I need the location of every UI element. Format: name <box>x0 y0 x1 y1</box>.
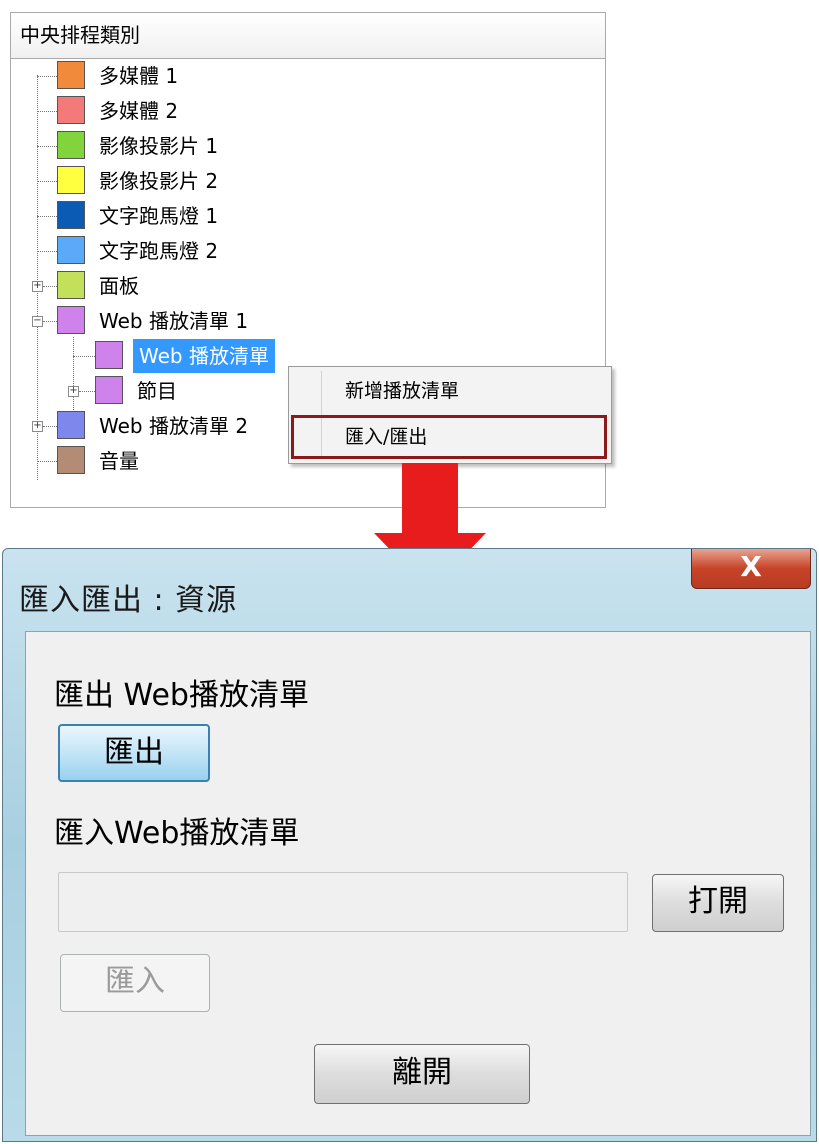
category-color-swatch <box>57 306 85 334</box>
tree-item-label: Web 播放清單 2 <box>99 414 249 438</box>
menu-item-highlight <box>291 415 607 459</box>
import-file-path-input[interactable] <box>58 872 628 932</box>
tree-item[interactable]: 影像投影片 2 <box>11 164 601 198</box>
tree-item[interactable]: − Web 播放清單 1 <box>11 304 601 338</box>
import-button[interactable]: 匯入 <box>60 954 210 1012</box>
category-color-swatch <box>57 166 85 194</box>
category-color-swatch <box>57 201 85 229</box>
tree-item-label: 影像投影片 1 <box>99 134 219 158</box>
leave-button[interactable]: 離開 <box>314 1044 530 1104</box>
tree-item[interactable]: 文字跑馬燈 1 <box>11 199 601 233</box>
tree-item-label: 音量 <box>99 449 139 473</box>
close-button[interactable]: X <box>691 549 811 589</box>
category-color-swatch <box>57 96 85 124</box>
category-color-swatch <box>57 236 85 264</box>
dialog-title: 匯入匯出 : 資源 <box>19 583 238 618</box>
tree-item[interactable]: 影像投影片 1 <box>11 129 601 163</box>
category-color-swatch <box>95 341 123 369</box>
category-color-swatch <box>57 446 85 474</box>
tree-item-label: 面板 <box>99 274 139 298</box>
category-color-swatch <box>57 61 85 89</box>
menu-item-add-playlist[interactable]: 新增播放清單 <box>345 371 459 411</box>
export-button[interactable]: 匯出 <box>58 724 210 782</box>
category-color-swatch <box>57 411 85 439</box>
tree-item[interactable]: 多媒體 1 <box>11 59 601 93</box>
tree-item[interactable]: 文字跑馬燈 2 <box>11 234 601 268</box>
expand-icon[interactable]: + <box>32 421 43 432</box>
import-export-dialog: 匯入匯出 : 資源 X 匯出 Web播放清單 匯出 匯入Web播放清單 打開 匯… <box>2 548 817 1142</box>
tree-item-label: Web 播放清單 1 <box>99 309 249 333</box>
tree-item-label: 影像投影片 2 <box>99 169 219 193</box>
tree-item-label: 文字跑馬燈 1 <box>99 204 219 228</box>
category-color-swatch <box>57 131 85 159</box>
tree-item-label: 節目 <box>137 379 177 403</box>
category-color-swatch <box>57 271 85 299</box>
export-section-label: 匯出 Web播放清單 <box>54 678 309 713</box>
tree-item-label: 多媒體 1 <box>99 64 179 88</box>
tree-item[interactable]: + 面板 <box>11 269 601 303</box>
category-color-swatch <box>95 376 123 404</box>
tree-header: 中央排程類別 <box>11 13 605 59</box>
expand-icon[interactable]: + <box>68 386 79 397</box>
open-button[interactable]: 打開 <box>652 874 784 932</box>
collapse-icon[interactable]: − <box>32 316 43 327</box>
tree-item-label: 文字跑馬燈 2 <box>99 239 219 263</box>
import-section-label: 匯入Web播放清單 <box>54 816 300 851</box>
expand-icon[interactable]: + <box>32 281 43 292</box>
dialog-client-area: 匯出 Web播放清單 匯出 匯入Web播放清單 打開 匯入 離開 <box>25 631 811 1136</box>
tree-item[interactable]: 多媒體 2 <box>11 94 601 128</box>
tree-item-label: Web 播放清單 <box>133 339 275 373</box>
tree-item-label: 多媒體 2 <box>99 99 179 123</box>
context-menu: 新增播放清單 匯入/匯出 <box>288 366 612 464</box>
